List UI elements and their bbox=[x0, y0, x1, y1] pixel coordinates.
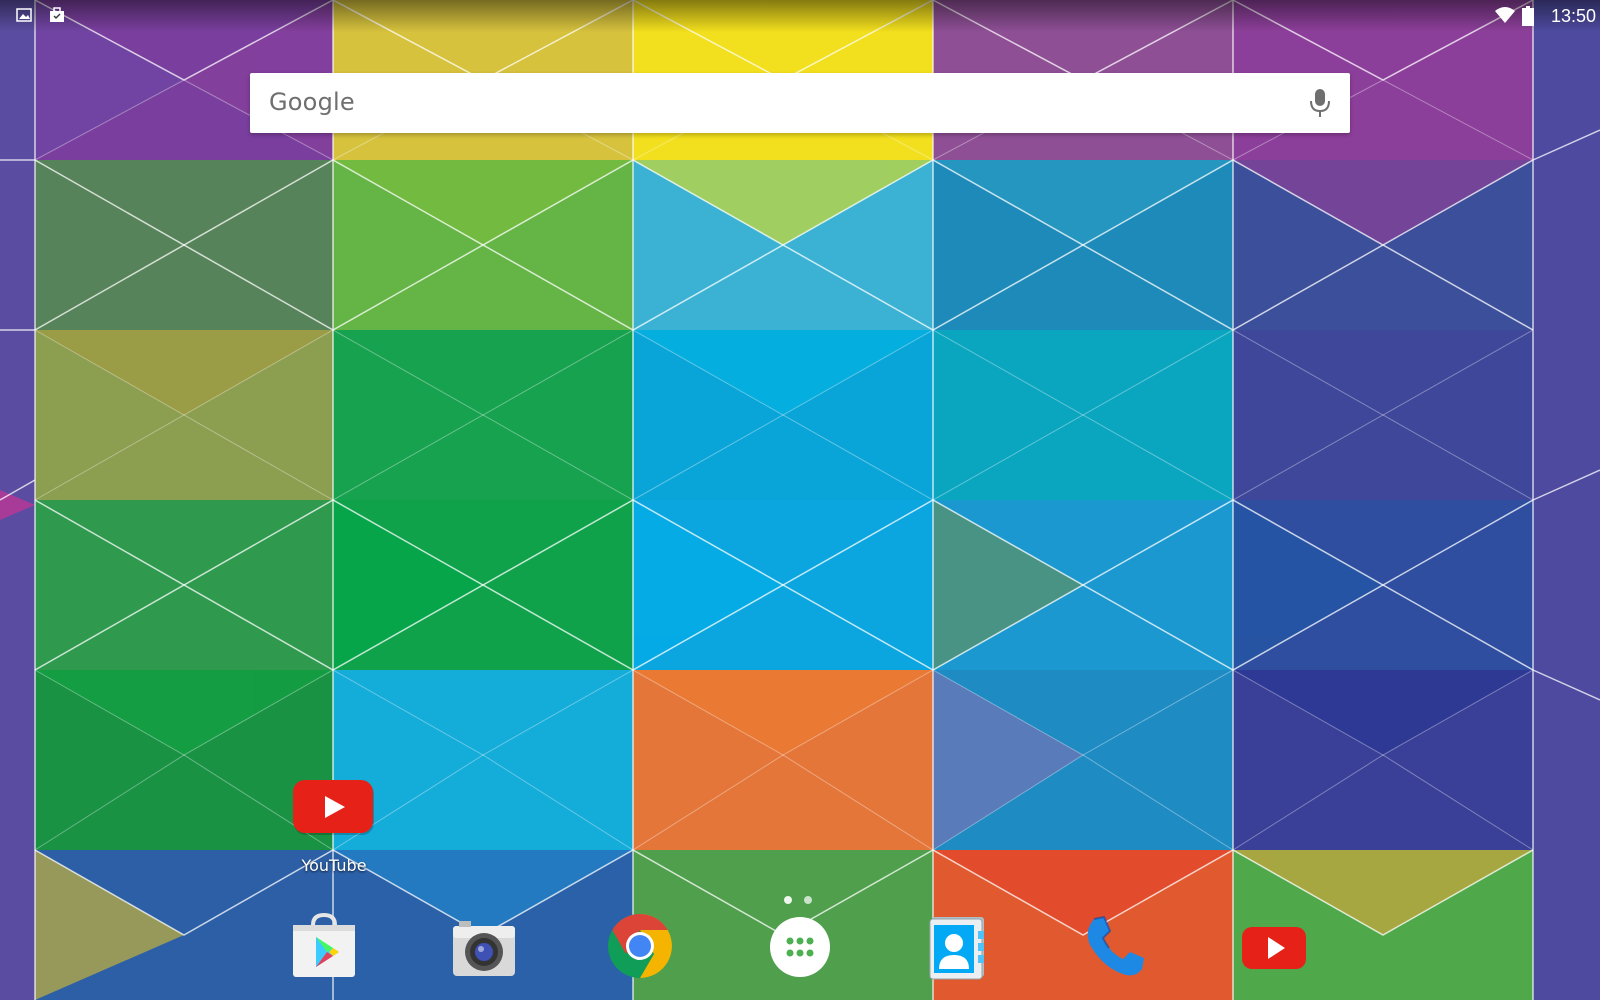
wifi-icon bbox=[1495, 7, 1515, 23]
phone-icon[interactable] bbox=[1078, 911, 1150, 983]
battery-icon bbox=[1522, 6, 1534, 26]
page-dot bbox=[784, 896, 792, 904]
wallpaper bbox=[0, 0, 1600, 1000]
briefcase-notification-icon[interactable] bbox=[49, 7, 65, 23]
app-drawer-icon[interactable] bbox=[764, 911, 836, 983]
gallery-notification-icon[interactable] bbox=[16, 7, 32, 23]
page-indicator bbox=[782, 896, 818, 906]
home-app-youtube[interactable]: YouTube bbox=[289, 780, 379, 890]
google-search-bar[interactable]: Google bbox=[250, 73, 1350, 133]
status-clock: 13:50 bbox=[1550, 6, 1596, 26]
chrome-icon[interactable] bbox=[604, 910, 676, 982]
microphone-icon[interactable] bbox=[1308, 87, 1332, 119]
status-bar: 13:50 bbox=[0, 0, 1600, 32]
app-label-youtube: YouTube bbox=[301, 856, 367, 875]
home-screen: 13:50 Google YouTube bbox=[0, 0, 1600, 1000]
camera-icon[interactable] bbox=[447, 912, 519, 984]
play-store-icon[interactable] bbox=[289, 911, 361, 983]
page-dot bbox=[804, 896, 812, 904]
youtube-icon bbox=[293, 780, 374, 835]
contacts-icon[interactable] bbox=[922, 911, 994, 983]
youtube-icon[interactable] bbox=[1238, 913, 1310, 985]
google-logo-text: Google bbox=[269, 88, 355, 116]
